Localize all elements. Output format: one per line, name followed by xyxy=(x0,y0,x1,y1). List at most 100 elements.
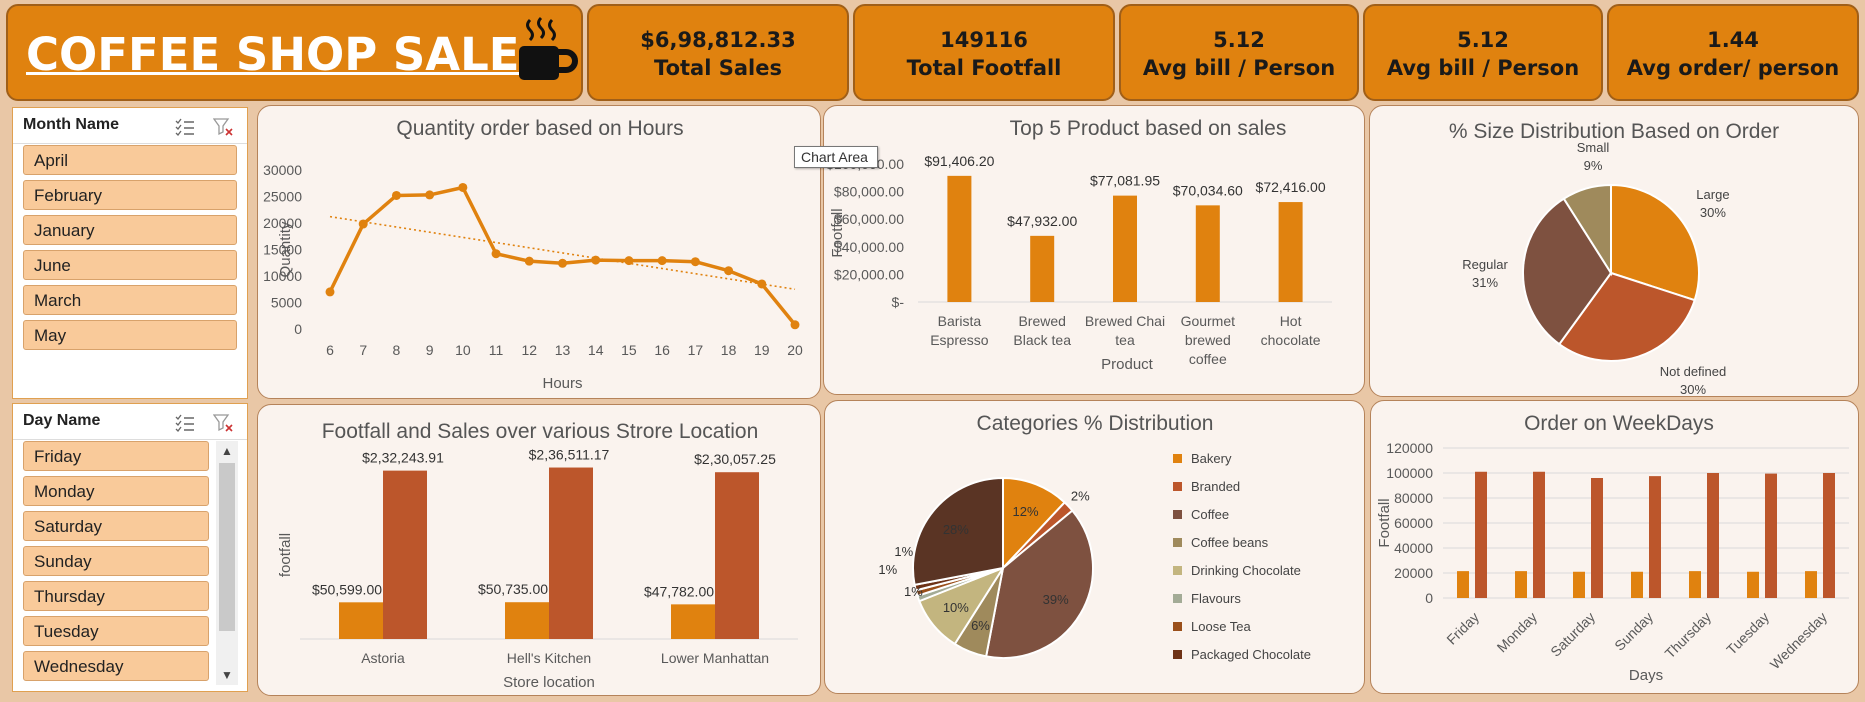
slicer-item-tuesday[interactable]: Tuesday xyxy=(23,616,209,646)
slicer-item-january[interactable]: January xyxy=(23,215,237,245)
slice-label-name: Small xyxy=(1577,140,1610,155)
chart-title: % Size Distribution Based on Order xyxy=(1449,120,1779,143)
kpi-label: Avg order/ person xyxy=(1626,56,1840,80)
trendline xyxy=(329,215,796,291)
slicer-scrollbar[interactable]: ▲ ▼ xyxy=(216,441,238,685)
x-tick-label: tea xyxy=(1115,332,1135,348)
weekdays-chart-panel[interactable]: Order on WeekDays 0 20000 40000 60000 80000 10… xyxy=(1370,400,1859,694)
y-tick-label: 5000 xyxy=(271,295,302,311)
x-tick-label: 19 xyxy=(754,342,770,358)
slice-data-label: 1% xyxy=(894,544,913,559)
data-point xyxy=(558,258,567,268)
clear-filter-icon[interactable] xyxy=(213,414,233,432)
x-tick-label: 7 xyxy=(359,342,367,358)
scroll-down-icon[interactable]: ▼ xyxy=(216,665,238,685)
slice-data-label: 28% xyxy=(943,522,969,537)
kpi-label: Avg bill / Person xyxy=(1142,56,1336,80)
chart-title: Categories % Distribution xyxy=(977,412,1214,435)
y-tick-label: 25000 xyxy=(263,189,302,205)
slicer-item-february[interactable]: February xyxy=(23,180,237,210)
x-tick-label: 6 xyxy=(326,342,334,358)
x-tick-label: 14 xyxy=(588,342,604,358)
scroll-up-icon[interactable]: ▲ xyxy=(216,441,238,461)
top5-chart-panel[interactable]: Top 5 Product based on sales $- $20,000.00… xyxy=(823,105,1365,395)
slicer-item-saturday[interactable]: Saturday xyxy=(23,511,209,541)
y-axis-label: Quantity xyxy=(277,221,294,277)
slicer-item-thursday[interactable]: Thursday xyxy=(23,581,209,611)
hours-chart-panel[interactable]: Quantity order based on Hours 0 5000 10000 1… xyxy=(257,105,821,399)
legend-swatch xyxy=(1173,538,1182,547)
x-tick-label: 12 xyxy=(521,342,537,358)
slicer-item-march[interactable]: March xyxy=(23,285,237,315)
y-axis-label: Footfall xyxy=(1376,498,1393,547)
slice-data-label: 39% xyxy=(1043,592,1069,607)
slicer-item-friday[interactable]: Friday xyxy=(23,441,209,471)
data-point xyxy=(624,256,634,266)
y-tick-label: 0 xyxy=(294,321,302,337)
x-tick-label: 8 xyxy=(393,342,401,358)
kpi-value: $6,98,812.33 xyxy=(640,28,796,52)
y-tick-label: 100000 xyxy=(1386,465,1433,481)
data-point xyxy=(690,257,700,267)
size-chart-panel[interactable]: % Size Distribution Based on Order Large 3… xyxy=(1369,105,1859,397)
slice-data-label: 10% xyxy=(943,600,969,615)
legend-label: Coffee xyxy=(1191,507,1229,522)
categories-chart-panel[interactable]: Categories % Distribution 12% 2% 39% 6% 10% 1%… xyxy=(824,400,1365,694)
slice-label-percent: 30% xyxy=(1680,382,1706,397)
x-tick-label: Barista xyxy=(938,313,982,329)
x-axis-label: Days xyxy=(1629,667,1663,684)
bar xyxy=(505,602,549,639)
clear-filter-icon[interactable] xyxy=(213,118,233,136)
multi-select-icon[interactable] xyxy=(175,414,195,432)
kpi-label: Total Sales xyxy=(654,56,782,80)
x-tick-label: coffee xyxy=(1189,351,1227,367)
chart-title: Footfall and Sales over various Strore L… xyxy=(322,420,759,443)
quantity-series-line xyxy=(328,185,797,326)
top5-bar-chart: Top 5 Product based on sales $- $20,000.00… xyxy=(826,117,1332,373)
bar xyxy=(1805,571,1817,598)
scrollbar-thumb[interactable] xyxy=(219,463,235,631)
legend-label: Coffee beans xyxy=(1191,535,1269,550)
legend-label: Bakery xyxy=(1191,451,1232,466)
y-tick-label: 60000 xyxy=(1394,515,1433,531)
slicer-divider xyxy=(13,439,247,440)
chart-title: Top 5 Product based on sales xyxy=(1010,117,1287,140)
x-tick-label: Thursday xyxy=(1662,609,1715,662)
slicer-item-monday[interactable]: Monday xyxy=(23,476,209,506)
data-label: $2,36,511.17 xyxy=(529,447,610,463)
kpi-total-sales: $6,98,812.33 Total Sales xyxy=(587,4,849,101)
slice-data-label: 6% xyxy=(971,618,990,633)
slicer-item-may[interactable]: May xyxy=(23,320,237,350)
data-point xyxy=(358,219,368,229)
x-tick-label: Saturday xyxy=(1547,609,1598,660)
data-label: $91,406.20 xyxy=(924,153,994,169)
multi-select-icon[interactable] xyxy=(175,118,195,136)
slicer-item-wednesday[interactable]: Wednesday xyxy=(23,651,209,681)
slicer-item-sunday[interactable]: Sunday xyxy=(23,546,209,576)
x-tick-label: 18 xyxy=(721,342,737,358)
y-axis-label: footfall xyxy=(277,533,294,577)
slicer-item-april[interactable]: April xyxy=(23,145,237,175)
y-tick-label: $80,000.00 xyxy=(834,184,904,200)
bar xyxy=(947,175,972,302)
x-tick-label: brewed xyxy=(1185,332,1231,348)
slicer-item-june[interactable]: June xyxy=(23,250,237,280)
kpi-avg-bill-2: 5.12 Avg bill / Person xyxy=(1363,4,1603,101)
hours-line-chart: Quantity order based on Hours05000100001… xyxy=(263,117,803,392)
slice-label-percent: 31% xyxy=(1472,275,1498,290)
data-point xyxy=(757,279,767,289)
kpi-value: 5.12 xyxy=(1213,28,1265,52)
chart-title: Quantity order based on Hours xyxy=(396,117,683,140)
size-pie-chart: % Size Distribution Based on Order Large 3… xyxy=(1449,120,1779,397)
x-tick-label: 17 xyxy=(688,342,704,358)
legend-swatch xyxy=(1173,566,1182,575)
data-label: $2,32,243.91 xyxy=(362,450,444,466)
kpi-label: Total Footfall xyxy=(906,56,1062,80)
categories-pie-chart: Categories % Distribution 12% 2% 39% 6%10% 1%… xyxy=(878,412,1311,662)
x-tick-label: Hot xyxy=(1280,313,1302,329)
location-bar-chart: Footfall and Sales over various Strore L… xyxy=(277,420,798,691)
bar xyxy=(1573,571,1585,598)
location-chart-panel[interactable]: Footfall and Sales over various Strore L… xyxy=(257,404,821,696)
x-tick-label: 20 xyxy=(787,342,803,358)
slice-label-name: Not defined xyxy=(1660,364,1727,379)
